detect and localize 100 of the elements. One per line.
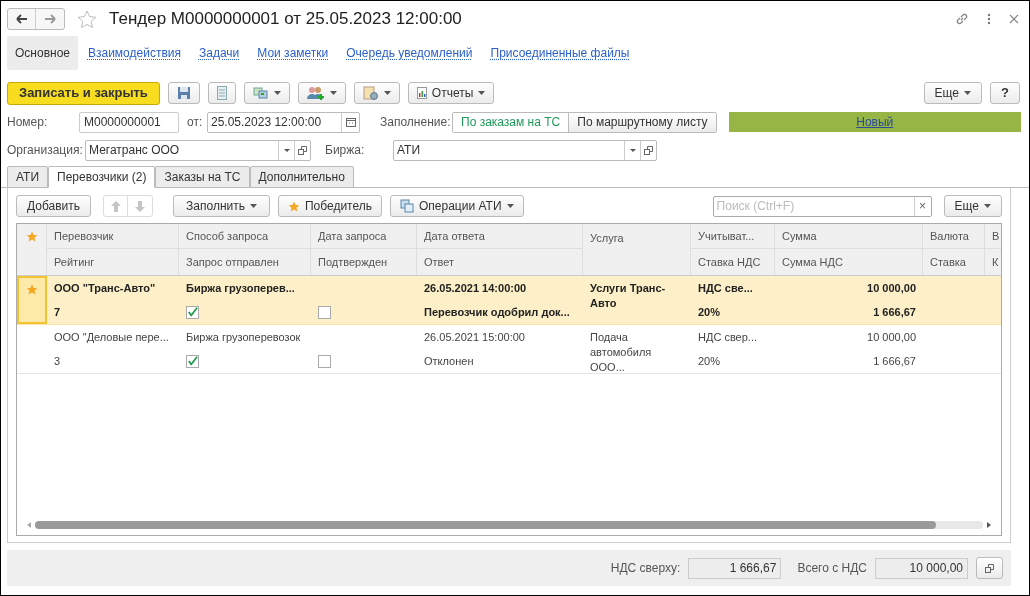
- column-header: Услуга: [590, 232, 624, 244]
- table-row[interactable]: ООО "Транс-Авто" 7 Биржа грузоперев... 26.05.2021 14:00:00 Перевозчик одобрил док... Услуги Транс-Авто НДС све... 20% 10 000,00 1 666,67: [17, 276, 1001, 325]
- total-field: 10 000,00: [875, 557, 968, 579]
- column-header: К: [992, 254, 999, 270]
- document-clock-icon: [362, 86, 379, 100]
- field-label: Номер:: [7, 114, 49, 131]
- field-label: Организация:: [7, 142, 84, 159]
- more-menu-button[interactable]: [987, 13, 991, 25]
- column-header: Валюта: [930, 228, 969, 244]
- caret-icon: [383, 91, 391, 95]
- open-window-icon: [298, 145, 307, 155]
- add-users-icon: [306, 86, 325, 100]
- users-button[interactable]: [297, 82, 346, 104]
- down-arrow-icon: [135, 200, 146, 212]
- tab[interactable]: АТИ: [7, 166, 49, 188]
- exchange-field[interactable]: АТИ: [393, 139, 657, 161]
- number-field[interactable]: М0000000001: [79, 111, 179, 133]
- column-header: В: [992, 228, 1000, 244]
- date-field[interactable]: 25.05.2023 12:00:00: [207, 111, 360, 133]
- print-button[interactable]: [353, 82, 400, 104]
- open-button[interactable]: [976, 557, 1003, 579]
- tab[interactable]: Дополнительно: [249, 166, 354, 188]
- column-header: Перевозчик: [54, 228, 114, 244]
- sync-documents-icon: [400, 199, 414, 213]
- star-icon: [287, 200, 300, 212]
- add-button[interactable]: Добавить: [16, 195, 92, 217]
- vat-field: 1 666,67: [688, 557, 782, 579]
- nav-link[interactable]: Основное: [7, 36, 78, 70]
- nav-link[interactable]: Присоединенные файлы: [482, 44, 638, 62]
- column-header: Сумма НДС: [782, 254, 843, 270]
- caret-icon: [506, 204, 514, 208]
- column-header: Сумма: [782, 228, 817, 244]
- fill-option[interactable]: По маршрутному листу: [568, 112, 716, 132]
- tab[interactable]: Заказы на ТС: [155, 166, 250, 188]
- status-link[interactable]: Новый: [856, 113, 894, 131]
- clear-search-button[interactable]: ×: [913, 196, 931, 216]
- scroll-right-icon: [987, 522, 991, 528]
- more-button[interactable]: Еще: [943, 195, 1002, 217]
- table-cell-text: ООО "Транс-Авто": [54, 280, 156, 296]
- star-icon: [25, 231, 38, 242]
- field-label: от:: [187, 114, 204, 131]
- reports-button[interactable]: Отчеты: [407, 82, 495, 104]
- column-header: Ставка: [930, 254, 966, 270]
- search-field[interactable]: Поиск (Ctrl+F) ×: [712, 195, 932, 217]
- tab[interactable]: Перевозчики (2): [48, 166, 156, 188]
- checkbox[interactable]: [318, 305, 331, 319]
- open-window-icon: [985, 563, 994, 573]
- table-cell-text: Услуги Транс-Авто: [590, 281, 667, 311]
- calendar-icon: [345, 117, 356, 127]
- checkbox[interactable]: [318, 354, 331, 368]
- column-header: Ответ: [424, 254, 455, 270]
- nav-link[interactable]: Очередь уведомлений: [338, 44, 481, 62]
- caret-icon: [273, 91, 281, 95]
- scroll-left-icon: [27, 522, 31, 528]
- table-cell-text: НДС свер...: [698, 329, 758, 345]
- link-button[interactable]: [955, 12, 969, 26]
- field-label: Заполнение:: [380, 114, 452, 131]
- star-icon[interactable]: [77, 9, 97, 29]
- fill-button[interactable]: Заполнить: [173, 195, 270, 217]
- link-icon: [955, 12, 969, 26]
- caret-icon: [478, 91, 486, 95]
- table-cell-text: 26.05.2021 15:00:00: [424, 329, 525, 345]
- dropdown-caret-icon: [629, 148, 636, 152]
- caret-icon: [249, 204, 257, 208]
- list-button[interactable]: [207, 82, 236, 104]
- table-cell-text: 20%: [698, 353, 721, 369]
- caret-icon: [964, 91, 971, 95]
- create-based-on-button[interactable]: [243, 82, 290, 104]
- right-arrow-icon: [44, 14, 56, 24]
- table-cell-text: Перевозчик одобрил док...: [424, 304, 570, 320]
- field-label: Биржа:: [325, 142, 366, 159]
- save-button[interactable]: [167, 82, 200, 104]
- column-header: Учитыват...: [698, 228, 755, 244]
- winner-button[interactable]: Победитель: [277, 195, 382, 217]
- organization-field[interactable]: Мегатранс ООО: [85, 139, 311, 161]
- column-header: Запрос отправлен: [186, 254, 279, 270]
- kebab-menu-icon: [987, 13, 991, 25]
- up-arrow-icon: [110, 200, 121, 212]
- table-cell-text: 26.05.2021 14:00:00: [424, 280, 527, 296]
- nav-link[interactable]: Задачи: [191, 44, 248, 62]
- table-cell-text: Отклонен: [424, 353, 474, 369]
- table-cell-text: ООО "Деловые пере...: [54, 329, 169, 345]
- nav-link[interactable]: Мои заметки: [249, 44, 337, 62]
- nav-link[interactable]: Взаимодействия: [80, 44, 189, 62]
- documents-icon: [252, 87, 269, 99]
- dropdown-caret-icon: [283, 148, 290, 152]
- save-and-close-button[interactable]: Записать и закрыть: [7, 81, 160, 105]
- help-button[interactable]: ?: [990, 82, 1020, 104]
- horizontal-scrollbar[interactable]: [35, 521, 983, 529]
- left-arrow-icon: [15, 14, 28, 24]
- close-button[interactable]: [1009, 14, 1019, 24]
- checkbox[interactable]: [186, 354, 199, 368]
- open-window-icon: [644, 145, 653, 155]
- table-cell-text: Биржа грузоперевозок: [186, 329, 301, 345]
- report-chart-icon: [416, 87, 427, 99]
- field-label: НДС сверху:: [610, 560, 681, 577]
- more-button[interactable]: Еще: [923, 82, 982, 104]
- document-icon: [216, 86, 227, 100]
- checkbox[interactable]: [186, 305, 199, 319]
- ati-operations-button[interactable]: Операции АТИ: [390, 195, 524, 217]
